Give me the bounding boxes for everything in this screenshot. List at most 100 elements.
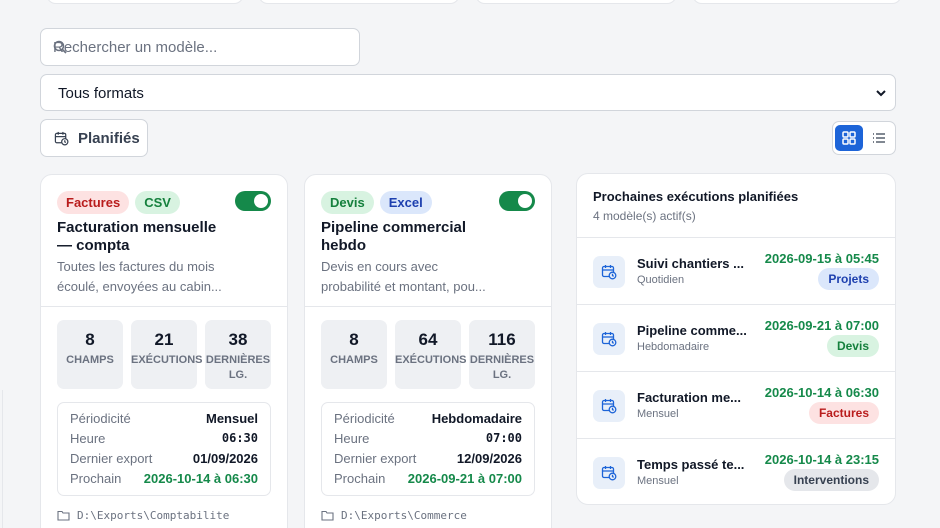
detail-row: Prochain 2026-09-21 à 07:00 — [334, 471, 522, 491]
run-frequency: Mensuel — [637, 475, 679, 487]
stat-label: DERNIÈRES LG. — [469, 354, 535, 381]
stat-box: 38 DERNIÈRES LG. — [205, 320, 271, 389]
stat-value: 38 — [228, 330, 248, 349]
top-card-stub — [475, 0, 677, 4]
stat-value: 8 — [349, 330, 359, 349]
detail-row: Dernier export 01/09/2026 — [70, 451, 258, 471]
detail-value: 12/09/2026 — [456, 451, 522, 466]
calendar-clock-icon — [593, 457, 625, 489]
stat-label: CHAMPS — [66, 354, 114, 366]
stat-box: 116 DERNIÈRES LG. — [469, 320, 535, 389]
calendar-clock-icon — [593, 390, 625, 422]
side-panel-edge — [0, 390, 3, 528]
detail-value: 06:30 — [221, 431, 258, 445]
stat-label: CHAMPS — [330, 354, 378, 366]
enabled-toggle[interactable] — [235, 191, 271, 211]
stat-value: 116 — [488, 330, 516, 349]
search-input[interactable] — [41, 29, 359, 65]
folder-icon — [321, 510, 334, 521]
category-tag: Factures — [57, 191, 130, 214]
detail-value: 01/09/2026 — [192, 451, 258, 466]
calendar-clock-icon — [593, 256, 625, 288]
run-datetime: 2026-09-15 à 05:45 — [764, 251, 879, 266]
format-select-value: Tous formats — [58, 85, 144, 102]
stat-box: 21 EXÉCUTIONS — [131, 320, 203, 389]
top-card-stub — [692, 0, 902, 4]
list-view-button[interactable] — [865, 125, 893, 151]
calendar-clock-icon — [593, 323, 625, 355]
schedule-details: Périodicité Hebdomadaire Heure 07:00 Der… — [321, 402, 535, 496]
toggle-knob — [254, 194, 268, 208]
format-select[interactable]: Tous formats — [40, 74, 896, 111]
stat-label: EXÉCUTIONS — [395, 354, 467, 366]
upcoming-run-row[interactable]: Facturation me... Mensuel 2026-10-14 à 0… — [577, 371, 895, 438]
detail-row: Périodicité Hebdomadaire — [334, 411, 522, 431]
run-datetime: 2026-09-21 à 07:00 — [764, 318, 879, 333]
upcoming-run-row[interactable]: Suivi chantiers ... Quotidien 2026-09-15… — [577, 237, 895, 304]
export-path-text: D:\Exports\Comptabilite — [77, 509, 230, 522]
detail-value: 2026-09-21 à 07:00 — [407, 471, 522, 486]
category-badge: Interventions — [783, 469, 879, 491]
schedule-details: Périodicité Mensuel Heure 06:30 Dernier … — [57, 402, 271, 496]
detail-key: Périodicité — [70, 411, 131, 426]
template-card[interactable]: Factures CSV Facturation mensuelle — com… — [40, 174, 288, 528]
scheduled-filter-label: Planifiés — [78, 130, 140, 147]
scheduled-filter-button[interactable]: Planifiés — [40, 119, 148, 157]
toggle-knob — [518, 194, 532, 208]
card-title: Facturation mensuelle — compta — [57, 219, 217, 254]
detail-row: Dernier export 12/09/2026 — [334, 451, 522, 471]
chevron-down-icon — [876, 90, 886, 97]
detail-key: Dernier export — [70, 451, 153, 466]
stat-box: 64 EXÉCUTIONS — [395, 320, 467, 389]
detail-key: Heure — [334, 431, 370, 446]
format-tag: Excel — [379, 191, 432, 214]
list-view-icon — [873, 133, 885, 143]
card-description: Devis en cours avec probabilité et monta… — [321, 259, 486, 294]
stat-value: 8 — [85, 330, 95, 349]
stat-box: 8 CHAMPS — [57, 320, 123, 389]
run-name: Temps passé te... — [637, 457, 745, 472]
card-title: Pipeline commercial hebdo — [321, 219, 467, 254]
panel-subtitle: 4 modèle(s) actif(s) — [593, 209, 696, 223]
tag-list: Factures CSV — [57, 191, 180, 214]
detail-row: Heure 07:00 — [334, 431, 522, 451]
calendar-clock-icon — [54, 131, 69, 146]
divider — [305, 306, 551, 307]
upcoming-run-row[interactable]: Pipeline comme... Hebdomadaire 2026-09-2… — [577, 304, 895, 371]
grid-view-button[interactable] — [835, 125, 863, 151]
category-tag: Devis — [321, 191, 374, 214]
top-card-stub — [258, 0, 460, 4]
search-box — [40, 28, 360, 66]
detail-key: Heure — [70, 431, 106, 446]
detail-key: Prochain — [70, 471, 122, 486]
card-description: Toutes les factures du mois écoulé, envo… — [57, 259, 222, 294]
format-tag: CSV — [135, 191, 180, 214]
template-card[interactable]: Devis Excel Pipeline commercial hebdo De… — [304, 174, 552, 528]
stat-value: 64 — [418, 330, 438, 349]
category-badge: Projets — [818, 268, 879, 290]
run-name: Facturation me... — [637, 390, 742, 405]
category-badge: Factures — [808, 402, 879, 424]
detail-value: Hebdomadaire — [431, 411, 522, 426]
detail-value: 07:00 — [485, 431, 522, 445]
stat-box: 8 CHAMPS — [321, 320, 387, 389]
run-datetime: 2026-10-14 à 23:15 — [764, 452, 879, 467]
upcoming-run-row[interactable]: Temps passé te... Mensuel 2026-10-14 à 2… — [577, 438, 895, 504]
run-name: Pipeline comme... — [637, 323, 747, 338]
top-card-stub — [46, 0, 244, 4]
stat-label: DERNIÈRES LG. — [205, 354, 271, 381]
stat-value: 21 — [154, 330, 174, 349]
run-name: Suivi chantiers ... — [637, 256, 744, 271]
divider — [41, 306, 287, 307]
upcoming-runs-panel: Prochaines exécutions planifiées 4 modèl… — [576, 173, 896, 505]
folder-icon — [57, 510, 70, 521]
detail-value: 2026-10-14 à 06:30 — [143, 471, 258, 486]
detail-row: Prochain 2026-10-14 à 06:30 — [70, 471, 258, 491]
run-frequency: Mensuel — [637, 408, 679, 420]
detail-row: Heure 06:30 — [70, 431, 258, 451]
stat-label: EXÉCUTIONS — [131, 354, 203, 366]
detail-key: Prochain — [334, 471, 386, 486]
view-toggle — [832, 121, 896, 155]
enabled-toggle[interactable] — [499, 191, 535, 211]
detail-key: Périodicité — [334, 411, 395, 426]
